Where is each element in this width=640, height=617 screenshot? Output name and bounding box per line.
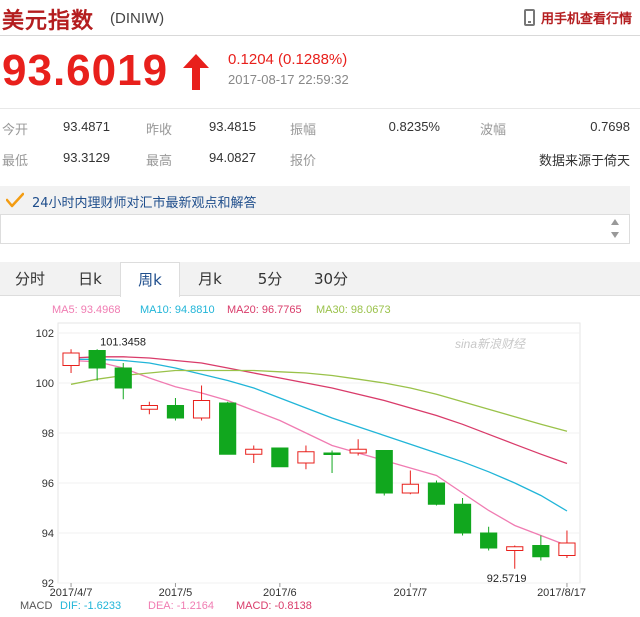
candle-body	[297, 451, 315, 464]
candle-body	[192, 400, 211, 419]
open-value: 93.4871	[63, 119, 110, 134]
x-tick-label: 2017/6	[263, 587, 297, 599]
macd-dea: DEA: -1.2164	[148, 600, 214, 612]
candle-body	[62, 352, 80, 366]
tab-30min[interactable]: 30分	[300, 262, 362, 296]
candle-body	[349, 448, 367, 454]
low-value: 93.3129	[63, 150, 110, 165]
ma-legend-item: MA10: 94.8810	[140, 304, 215, 316]
candlestick-chart[interactable]: 102100989694922017/4/7 2017/5 2017/6 2017/7…	[0, 296, 640, 617]
tab-minute[interactable]: 分时	[0, 262, 60, 296]
fluctuation-value: 0.7698	[590, 119, 630, 134]
prev-close-label: 昨收	[146, 122, 173, 137]
high-label: 最高	[146, 153, 173, 168]
symbol-code: (DINIW)	[110, 10, 165, 27]
y-tick-label: 100	[36, 378, 54, 390]
macd-dif: DIF: -1.6233	[60, 600, 121, 612]
quote-time: 2017-08-17 22:59:32	[228, 72, 349, 87]
high-annotation: 101.3458	[100, 336, 146, 348]
tab-daily[interactable]: 日k	[60, 262, 120, 296]
period-tabs: 分时 日k 周k 月k 5分 30分	[0, 262, 640, 297]
sina-watermark: sina新浪财经	[455, 337, 527, 351]
y-tick-label: 96	[42, 478, 54, 490]
x-tick-label: 2017/8/17	[537, 587, 586, 599]
prev-close-value: 93.4815	[209, 119, 256, 134]
candle-body	[375, 450, 393, 494]
current-price: 93.6019	[2, 46, 169, 95]
x-tick-label: 2017/4/7	[50, 587, 93, 599]
data-source: 数据来源于倚天	[538, 153, 630, 168]
phone-icon	[523, 9, 535, 26]
macd-value: MACD: -0.8138	[236, 600, 312, 612]
candle-body	[506, 546, 524, 551]
candle-body	[480, 532, 498, 549]
x-tick-label: 2017/7	[394, 587, 428, 599]
ma-line	[70, 359, 568, 547]
arrow-up-icon	[183, 54, 209, 90]
mobile-view-label: 用手机查看行情	[540, 12, 632, 27]
candle-body	[219, 402, 237, 455]
low-label: 最低	[2, 153, 29, 168]
candle-body	[114, 367, 132, 389]
quote-stats: 今开 93.4871 昨收 93.4815 振幅 0.8235% 波幅 0.76…	[0, 108, 640, 176]
quote-label: 报价	[290, 153, 317, 168]
tab-weekly[interactable]: 周k	[120, 262, 180, 297]
y-tick-label: 94	[42, 528, 54, 540]
candle-body	[323, 452, 341, 455]
ma-legend-item: MA5: 93.4968	[52, 304, 121, 316]
page-title: 美元指数	[2, 9, 95, 34]
fluctuation-label: 波幅	[480, 122, 507, 137]
open-label: 今开	[2, 122, 29, 137]
y-tick-label: 102	[36, 328, 54, 340]
y-tick-label: 98	[42, 428, 54, 440]
low-annotation: 92.5719	[487, 573, 527, 585]
candle-body	[453, 503, 472, 534]
mobile-view-link[interactable]: 用手机查看行情	[523, 8, 632, 27]
high-value: 94.0827	[209, 150, 256, 165]
candle-body	[140, 405, 158, 410]
x-tick-label: 2017/5	[159, 587, 193, 599]
candle-body	[427, 482, 446, 505]
amplitude-value: 0.8235%	[388, 119, 440, 134]
macd-label: MACD	[20, 600, 52, 612]
ma-legend-item: MA20: 96.7765	[227, 304, 302, 316]
check-mark-icon	[6, 192, 24, 208]
scroll-up-icon[interactable]	[611, 219, 619, 225]
tab-monthly[interactable]: 月k	[180, 262, 240, 296]
advisor-banner[interactable]: 24小时内理财师对汇市最新观点和解答	[0, 186, 630, 214]
price-row: 93.6019 0.1204 (0.1288%) 2017-08-17 22:5…	[0, 42, 640, 102]
candle-body	[166, 405, 185, 419]
candle-body	[401, 483, 419, 494]
price-change: 0.1204 (0.1288%)	[228, 51, 348, 68]
tab-5min[interactable]: 5分	[240, 262, 300, 296]
quote-header: 美元指数 (DINIW) 用手机查看行情	[0, 0, 640, 36]
ma-legend-item: MA30: 98.0673	[316, 304, 391, 316]
ma-line	[70, 369, 568, 432]
candle-body	[245, 448, 263, 455]
scroll-down-icon[interactable]	[611, 232, 619, 238]
candle-body	[532, 545, 550, 558]
advisor-ticker	[0, 214, 630, 244]
amplitude-label: 振幅	[290, 122, 317, 137]
candle-body	[88, 350, 106, 369]
candle-body	[271, 447, 289, 468]
candle-body	[558, 542, 576, 556]
advisor-link[interactable]: 24小时内理财师对汇市最新观点和解答	[32, 192, 257, 211]
